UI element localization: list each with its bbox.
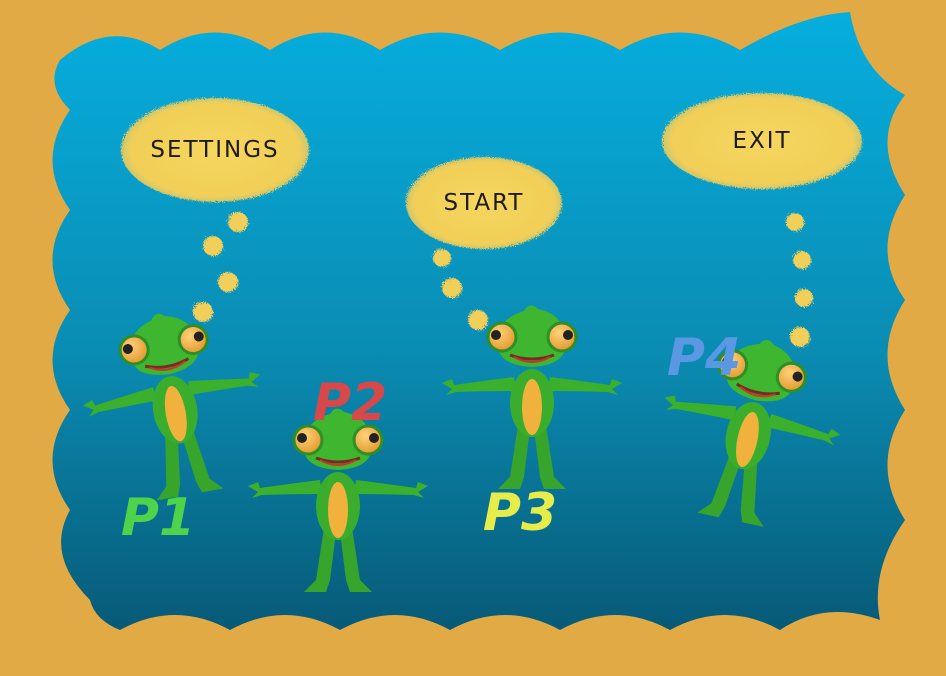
player-tag-p1: P1 (121, 488, 195, 548)
player-tag-p4: P4 (667, 328, 741, 388)
start-label: START (444, 190, 525, 216)
player-tag-p3: P3 (483, 483, 557, 543)
player-tag-p2: P2 (313, 373, 387, 433)
scene-canvas: SETTINGS START EXIT P1 P2 P3 P4 (52, 12, 905, 630)
start-button[interactable]: START (406, 157, 562, 249)
game-menu-screen: SETTINGS START EXIT P1 P2 P3 P4 (0, 0, 946, 676)
exit-label: EXIT (732, 128, 791, 154)
exit-button[interactable]: EXIT (662, 93, 862, 189)
settings-button[interactable]: SETTINGS (121, 98, 309, 202)
settings-label: SETTINGS (150, 137, 279, 163)
